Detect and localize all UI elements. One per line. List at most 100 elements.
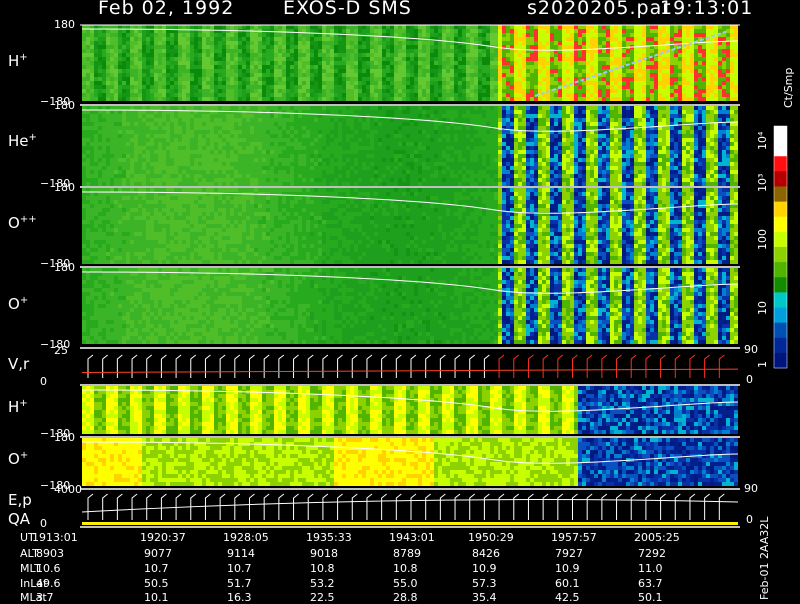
heatmap-cell <box>634 93 638 97</box>
heatmap-cell <box>186 57 190 61</box>
heatmap-cell <box>118 122 122 126</box>
heatmap-cell <box>166 122 170 126</box>
heatmap-cell <box>90 89 94 93</box>
heatmap-cell <box>518 77 522 81</box>
heatmap-cell <box>470 81 474 85</box>
heatmap-cell <box>242 85 246 89</box>
heatmap-cell <box>654 61 658 65</box>
heatmap-cell <box>170 97 174 101</box>
heatmap-cell <box>178 33 182 37</box>
heatmap-cell <box>230 134 234 138</box>
heatmap-cell <box>710 73 714 77</box>
heatmap-cell <box>434 61 438 65</box>
heatmap-cell <box>458 37 462 41</box>
heatmap-cell <box>714 45 718 49</box>
heatmap-cell <box>230 41 234 45</box>
heatmap-cell <box>678 81 682 85</box>
heatmap-cell <box>374 146 378 150</box>
heatmap-cell <box>306 65 310 69</box>
heatmap-cell <box>218 146 222 150</box>
heatmap-cell <box>438 170 442 174</box>
heatmap-cell <box>594 93 598 97</box>
heatmap-cell <box>106 146 110 150</box>
heatmap-cell <box>422 182 426 186</box>
heatmap-cell <box>546 49 550 53</box>
heatmap-cell <box>270 85 274 89</box>
heatmap-cell <box>246 138 250 142</box>
heatmap-cell <box>142 106 146 110</box>
heatmap-cell <box>210 69 214 73</box>
heatmap-cell <box>514 69 518 73</box>
heatmap-cell <box>726 65 730 69</box>
heatmap-cell <box>282 138 286 142</box>
heatmap-cell <box>282 162 286 166</box>
heatmap-cell <box>674 93 678 97</box>
heatmap-cell <box>246 33 250 37</box>
heatmap-cell <box>422 106 426 110</box>
heatmap-cell <box>334 174 338 178</box>
heatmap-cell <box>714 61 718 65</box>
heatmap-cell <box>694 65 698 69</box>
heatmap-cell <box>394 61 398 65</box>
heatmap-cell <box>94 106 98 110</box>
heatmap-cell <box>482 81 486 85</box>
heatmap-cell <box>362 146 366 150</box>
heatmap-cell <box>394 158 398 162</box>
heatmap-cell <box>598 29 602 33</box>
heatmap-cell <box>254 57 258 61</box>
heatmap-cell <box>290 158 294 162</box>
heatmap-cell <box>566 61 570 65</box>
heatmap-cell <box>350 73 354 77</box>
heatmap-cell <box>178 37 182 41</box>
heatmap-cell <box>206 114 210 118</box>
heatmap-cell <box>610 97 614 101</box>
heatmap-cell <box>126 138 130 142</box>
heatmap-cell <box>278 126 282 130</box>
heatmap-cell <box>246 130 250 134</box>
heatmap-cell <box>122 170 126 174</box>
heatmap-cell <box>318 97 322 101</box>
heatmap-cell <box>150 57 154 61</box>
heatmap-cell <box>102 166 106 170</box>
heatmap-cell <box>390 69 394 73</box>
heatmap-cell <box>362 106 366 110</box>
heatmap-cell <box>606 61 610 65</box>
heatmap-cell <box>166 49 170 53</box>
heatmap-cell <box>670 89 674 93</box>
heatmap-cell <box>394 49 398 53</box>
heatmap-cell <box>502 93 506 97</box>
heatmap-cell <box>414 33 418 37</box>
heatmap-cell <box>430 29 434 33</box>
heatmap-cell <box>158 77 162 81</box>
heatmap-cell <box>174 150 178 154</box>
heatmap-cell <box>366 89 370 93</box>
heatmap-cell <box>706 49 710 53</box>
heatmap-cell <box>322 61 326 65</box>
heatmap-cell <box>714 81 718 85</box>
heatmap-cell <box>390 182 394 186</box>
heatmap-cell <box>622 61 626 65</box>
heatmap-cell <box>298 69 302 73</box>
heatmap-cell <box>414 134 418 138</box>
heatmap-cell <box>578 37 582 41</box>
heatmap-cell <box>366 146 370 150</box>
heatmap-cell <box>338 182 342 186</box>
heatmap-cell <box>574 61 578 65</box>
heatmap-cell <box>554 45 558 49</box>
heatmap-cell <box>414 45 418 49</box>
heatmap-cell <box>198 49 202 53</box>
heatmap-cell <box>366 53 370 57</box>
heatmap-cell <box>394 29 398 33</box>
heatmap-cell <box>94 146 98 150</box>
heatmap-cell <box>370 106 374 110</box>
heatmap-cell <box>458 97 462 101</box>
heatmap-cell <box>342 174 346 178</box>
heatmap-cell <box>398 114 402 118</box>
heatmap-cell <box>86 134 90 138</box>
heatmap-cell <box>218 174 222 178</box>
heatmap-cell <box>494 73 498 77</box>
heatmap-cell <box>346 158 350 162</box>
heatmap-cell <box>570 57 574 61</box>
heatmap-cell <box>374 178 378 182</box>
heatmap-cell <box>230 65 234 69</box>
